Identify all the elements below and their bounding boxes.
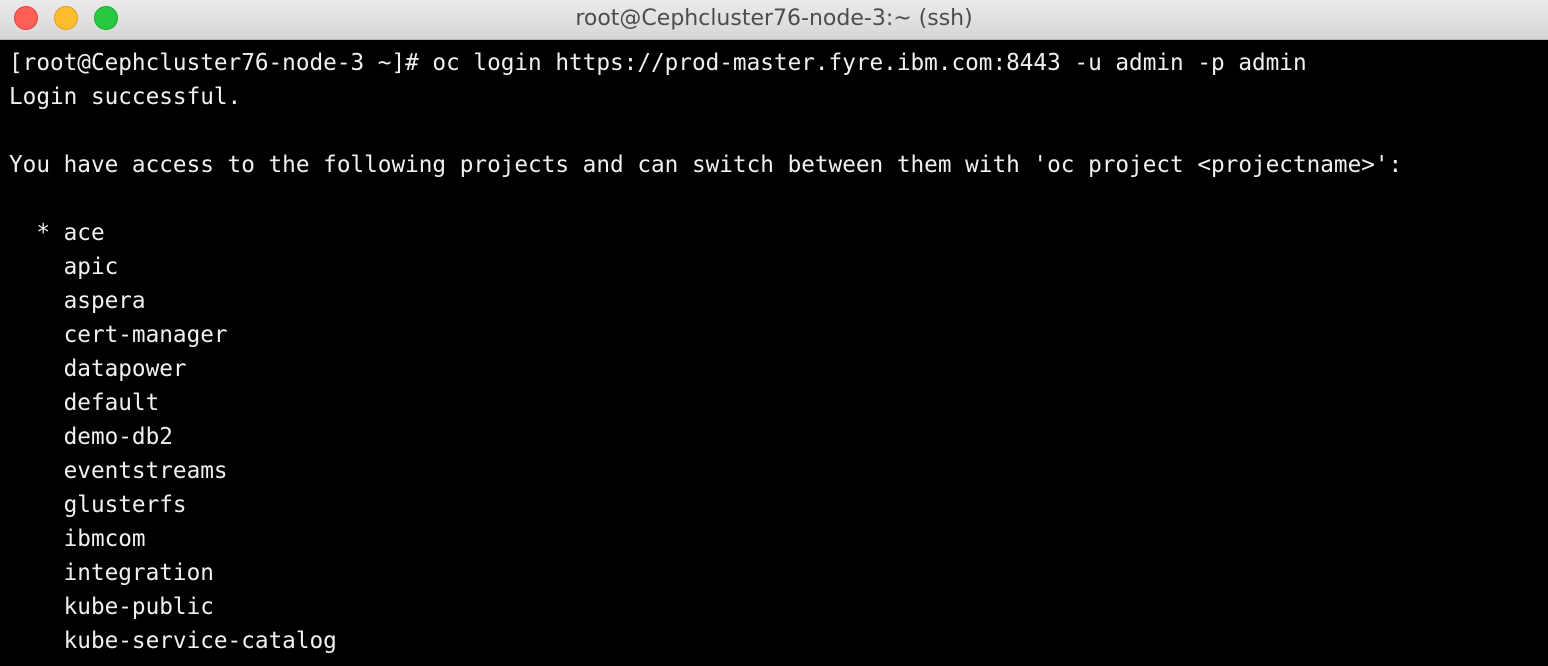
project-item: eventstreams — [9, 458, 228, 484]
project-item: aspera — [9, 288, 146, 314]
project-item: ibmcom — [9, 526, 146, 552]
project-item: default — [9, 390, 160, 416]
title-bar[interactable]: root@Cephcluster76-node-3:~ (ssh) — [0, 0, 1548, 40]
project-item: kube-public — [9, 594, 214, 620]
window-title: root@Cephcluster76-node-3:~ (ssh) — [575, 6, 973, 31]
project-item: demo-db2 — [9, 424, 173, 450]
project-item: apic — [9, 254, 119, 280]
project-item-current: * ace — [9, 220, 105, 246]
project-item: datapower — [9, 356, 187, 382]
output-line: You have access to the following project… — [9, 152, 1403, 178]
output-line: Login successful. — [9, 84, 242, 110]
project-item: glusterfs — [9, 492, 187, 518]
project-item: integration — [9, 560, 214, 586]
project-item: cert-manager — [9, 322, 228, 348]
project-item: kube-service-catalog — [9, 628, 337, 654]
terminal-output[interactable]: [root@Cephcluster76-node-3 ~]# oc login … — [0, 41, 1548, 666]
terminal-window: root@Cephcluster76-node-3:~ (ssh) [root@… — [0, 0, 1548, 666]
command-line: [root@Cephcluster76-node-3 ~]# oc login … — [9, 50, 1307, 76]
